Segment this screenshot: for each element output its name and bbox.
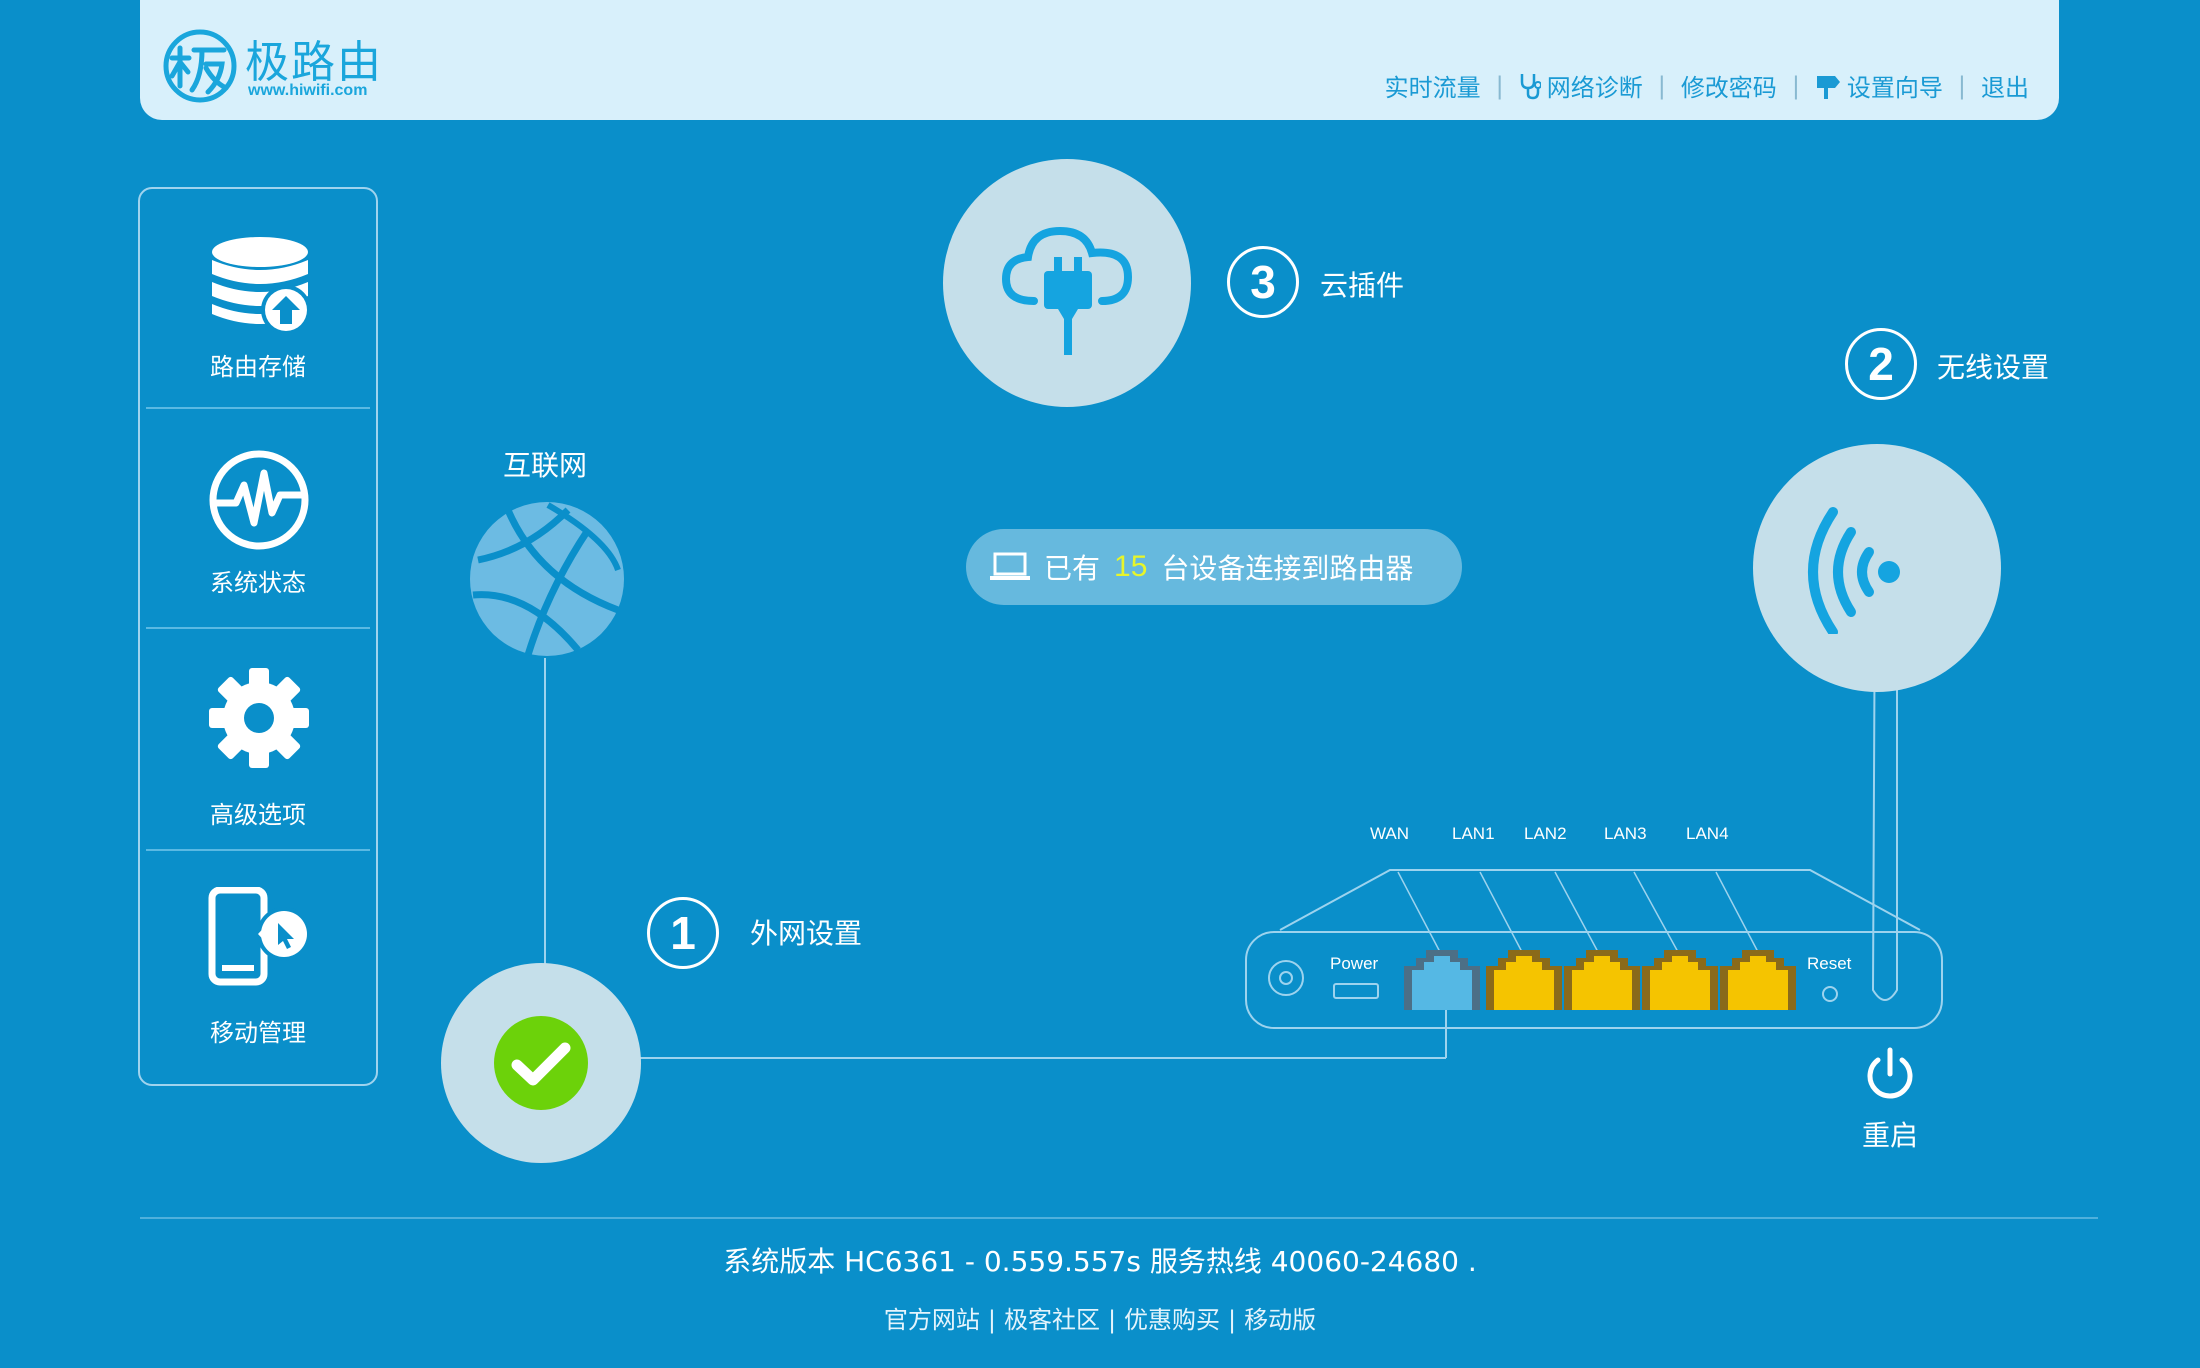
devices-suffix: 台设备连接到路由器 xyxy=(1161,552,1414,585)
lan4-port[interactable] xyxy=(1720,948,1796,1010)
step-cloud-plugin[interactable]: 云插件 xyxy=(1320,264,1404,304)
wan-port[interactable] xyxy=(1404,948,1480,1010)
restart-button[interactable]: 重启 xyxy=(1854,1046,1926,1156)
wifi-signal-icon xyxy=(1808,507,1900,634)
reset-label: Reset xyxy=(1807,954,1852,973)
check-icon xyxy=(494,1016,588,1110)
footer-separator: | xyxy=(1228,1306,1237,1334)
port-label-lan3: LAN3 xyxy=(1604,824,1647,843)
connected-devices-pill[interactable]: 已有 15 台设备连接到路由器 xyxy=(966,529,1462,605)
cloud-plug-icon xyxy=(1001,226,1133,355)
power-socket-icon xyxy=(1268,960,1304,996)
footer-links: 官方网站 | 极客社区 | 优惠购买 | 移动版 xyxy=(0,1300,2200,1335)
reset-button[interactable] xyxy=(1820,984,1840,1004)
wireless-circle[interactable] xyxy=(1753,444,2001,692)
footer-link-geek-community[interactable]: 极客社区 xyxy=(1004,1306,1100,1334)
footer-link-mobile-version[interactable]: 移动版 xyxy=(1244,1306,1316,1334)
cloud-plugin-circle[interactable] xyxy=(943,159,1191,407)
globe-icon xyxy=(470,502,624,657)
devices-prefix: 已有 xyxy=(1044,552,1101,585)
step-wan-settings[interactable]: 外网设置 xyxy=(750,912,862,952)
step-3-number: 3 xyxy=(1227,246,1299,318)
lan2-port[interactable] xyxy=(1564,948,1640,1010)
version-info: 系统版本 HC6361 - 0.559.557s 服务热线 40060-2468… xyxy=(723,1245,1477,1278)
laptop-icon xyxy=(990,552,1030,580)
internet-label: 互联网 xyxy=(503,449,588,482)
port-label-lan1: LAN1 xyxy=(1452,824,1495,843)
power-label: Power xyxy=(1330,954,1379,973)
devices-count: 15 xyxy=(1114,550,1148,583)
port-label-lan4: LAN4 xyxy=(1686,824,1729,843)
restart-label: 重启 xyxy=(1861,1119,1918,1152)
footer-separator: | xyxy=(1107,1306,1117,1334)
step-wireless-settings[interactable]: 无线设置 xyxy=(1937,346,2049,386)
step-2-number: 2 xyxy=(1845,328,1917,400)
footer-divider xyxy=(140,1217,2098,1219)
lan3-port[interactable] xyxy=(1642,948,1718,1010)
port-label-lan2: LAN2 xyxy=(1524,824,1567,843)
port-label-wan: WAN xyxy=(1370,824,1410,843)
power-icon xyxy=(1867,1047,1913,1099)
wan-status-circle[interactable] xyxy=(441,963,641,1163)
lan1-port[interactable] xyxy=(1486,948,1562,1010)
footer-link-discount-purchase[interactable]: 优惠购买 xyxy=(1124,1306,1220,1334)
step-1-number: 1 xyxy=(647,897,719,969)
footer-link-official-site[interactable]: 官方网站 xyxy=(884,1306,980,1334)
footer-separator: | xyxy=(987,1306,996,1334)
usb-port-icon xyxy=(1333,983,1379,999)
